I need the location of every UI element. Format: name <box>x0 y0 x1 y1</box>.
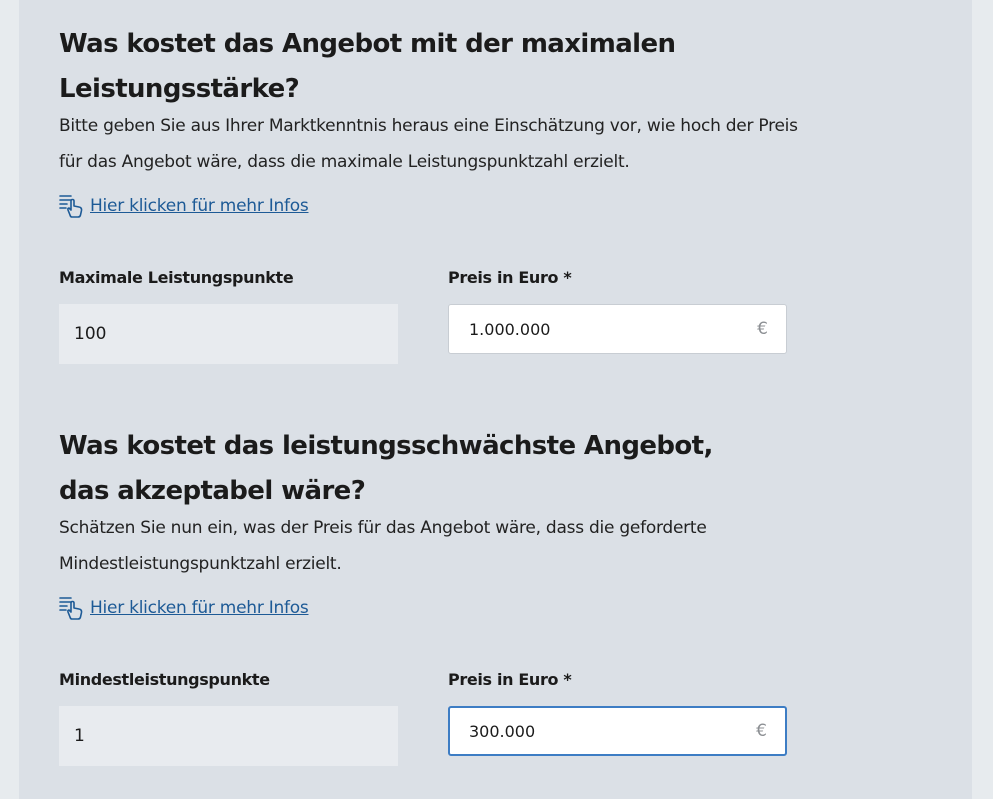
info-link-text[interactable]: Hier klicken für mehr Infos <box>90 196 309 216</box>
min-price-input-box[interactable]: € <box>448 706 787 756</box>
info-link[interactable]: Hier klicken für mehr Infos <box>59 594 819 622</box>
fields-row-min: Mindestleistungspunkte 1 Preis in Euro *… <box>59 670 819 790</box>
section-description: Bitte geben Sie aus Ihrer Marktkenntnis … <box>59 116 798 172</box>
min-points-label: Mindestleistungspunkte <box>59 670 270 689</box>
info-link-text[interactable]: Hier klicken für mehr Infos <box>90 598 309 618</box>
section-max-performance: Was kostet das Angebot mit der maximalen… <box>59 22 819 220</box>
min-points-value: 1 <box>59 706 398 766</box>
section-description: Schätzen Sie nun ein, was der Preis für … <box>59 518 707 574</box>
euro-suffix: € <box>756 721 767 741</box>
min-price-label: Preis in Euro * <box>448 670 572 689</box>
info-link[interactable]: Hier klicken für mehr Infos <box>59 192 819 220</box>
hand-pointer-document-icon <box>59 597 83 620</box>
hand-pointer-document-icon <box>59 195 83 218</box>
min-price-input[interactable] <box>450 707 731 755</box>
section-min-acceptable: Was kostet das leistungsschwächste Angeb… <box>59 424 819 622</box>
form-panel: Was kostet das Angebot mit der maximalen… <box>19 0 972 799</box>
section-title: Was kostet das leistungsschwächste Angeb… <box>59 431 713 506</box>
max-points-label: Maximale Leistungspunkte <box>59 268 294 287</box>
max-price-label: Preis in Euro * <box>448 268 572 287</box>
section-title: Was kostet das Angebot mit der maximalen… <box>59 29 676 104</box>
max-price-input[interactable] <box>449 304 731 354</box>
max-price-input-box[interactable]: € <box>448 304 787 354</box>
euro-suffix: € <box>757 319 768 339</box>
fields-row-max: Maximale Leistungspunkte 100 Preis in Eu… <box>59 268 819 388</box>
max-points-value: 100 <box>59 304 398 364</box>
